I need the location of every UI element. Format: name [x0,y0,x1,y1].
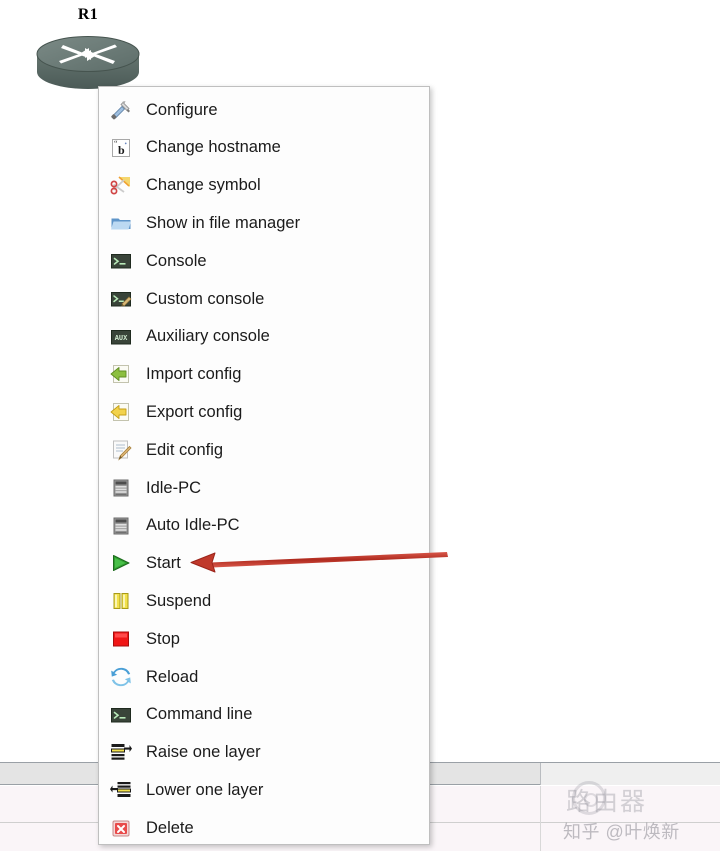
menu-item-custom-console[interactable]: Custom console [99,280,429,318]
configure-tools-icon [110,99,132,121]
svg-text:AUX: AUX [115,335,128,343]
menu-item-label: Raise one layer [146,743,261,762]
menu-item-start[interactable]: Start [99,545,429,583]
menu-item-label: Suspend [146,592,212,610]
import-arrow-icon [110,363,132,385]
status-bar-segment [540,763,720,785]
menu-item-reload[interactable]: Reload [99,658,429,696]
menu-item-label: Auxiliary console [146,327,270,346]
rename-text-icon: “ b • [110,137,132,159]
folder-icon [110,212,132,234]
menu-item-label: Reload [146,667,199,686]
menu-item-raise-one-layer[interactable]: Raise one layer [99,734,429,772]
menu-item-label: Import config [146,365,242,384]
menu-item-label: Command line [146,705,253,724]
menu-item-auto-idle-pc[interactable]: Auto Idle-PC [99,507,429,545]
custom-console-icon [110,288,132,310]
delete-x-icon [110,817,132,839]
edit-pencil-icon [110,439,132,461]
lower-pane-vertical-divider [540,786,541,851]
scissors-symbol-icon [110,174,132,196]
menu-item-label: Show in file manager [146,214,301,233]
pause-yellow-icon [110,590,132,612]
menu-item-change-symbol[interactable]: Change symbol [99,167,429,205]
menu-item-label: Configure [146,100,218,119]
console-terminal-icon [110,250,132,272]
workspace-canvas[interactable]: R1 Configure “ b • Change hostname Chang… [0,0,720,851]
menu-item-suspend[interactable]: Suspend [99,582,429,620]
raise-layer-icon [110,741,132,763]
node-context-menu[interactable]: Configure “ b • Change hostname Change s… [98,86,430,845]
menu-item-auxiliary-console[interactable]: AUX Auxiliary console [99,318,429,356]
menu-item-stop[interactable]: Stop [99,620,429,658]
menu-item-change-hostname[interactable]: “ b • Change hostname [99,129,429,167]
menu-item-idle-pc[interactable]: Idle-PC [99,469,429,507]
lower-layer-icon [110,779,132,801]
menu-item-label: Console [146,251,207,270]
play-green-icon [110,552,132,574]
menu-item-label: Stop [146,629,180,648]
menu-item-lower-one-layer[interactable]: Lower one layer [99,771,429,809]
menu-item-import-config[interactable]: Import config [99,356,429,394]
menu-item-console[interactable]: Console [99,242,429,280]
menu-item-edit-config[interactable]: Edit config [99,431,429,469]
cisco-router-icon [36,36,140,89]
menu-item-command-line[interactable]: Command line [99,696,429,734]
command-line-icon [110,704,132,726]
menu-item-configure[interactable]: Configure [99,91,429,129]
reload-refresh-icon [110,666,132,688]
menu-item-label: Lower one layer [146,780,264,799]
export-arrow-icon [110,401,132,423]
menu-item-label: Change symbol [146,176,261,195]
menu-item-label: Start [146,554,181,573]
menu-item-label: Change hostname [146,138,281,157]
server-rack-icon [110,477,132,499]
stop-red-icon [110,628,132,650]
router-node-r1[interactable]: R1 [32,6,144,90]
menu-item-label: Custom console [146,289,265,308]
menu-item-label: Delete [146,818,194,837]
menu-item-label: Edit config [146,440,224,459]
menu-item-export-config[interactable]: Export config [99,393,429,431]
menu-item-show-in-file-manager[interactable]: Show in file manager [99,204,429,242]
server-rack-icon [110,515,132,537]
router-label: R1 [77,6,99,23]
auxiliary-console-icon: AUX [110,326,132,348]
menu-item-label: Export config [146,403,243,422]
menu-item-label: Auto Idle-PC [146,516,240,535]
menu-item-delete[interactable]: Delete [99,809,429,847]
menu-item-label: Idle-PC [146,478,202,497]
